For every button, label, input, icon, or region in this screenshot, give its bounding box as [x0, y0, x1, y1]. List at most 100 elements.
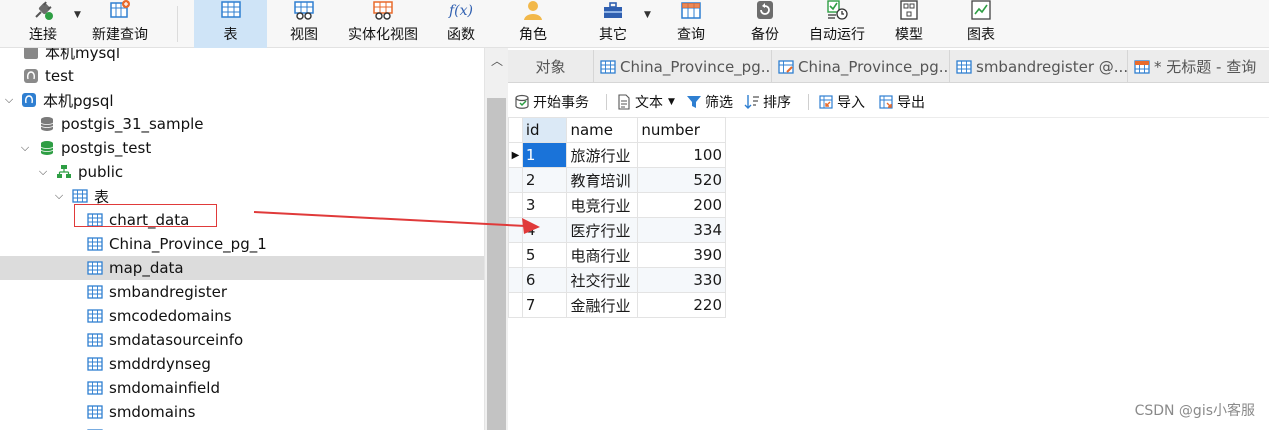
column-header-number[interactable]: number [637, 117, 726, 143]
table-icon [71, 187, 89, 205]
filter-button[interactable]: 筛选 [686, 92, 733, 112]
scroll-up-icon[interactable]: ︿ [485, 52, 509, 69]
cell-id[interactable]: 3 [521, 192, 568, 218]
table-row[interactable]: 4 医疗行业 334 [508, 217, 726, 243]
connect-button[interactable]: 连接 [14, 0, 72, 48]
cell-number[interactable]: 220 [637, 292, 726, 318]
tree-item-test[interactable]: test [0, 64, 484, 88]
query-button[interactable]: 查询 [662, 0, 720, 48]
view-button[interactable]: 视图 [272, 0, 336, 48]
tree-item-schema[interactable]: ⌵ public [0, 160, 484, 184]
table-row[interactable]: 3 电竞行业 200 [508, 192, 726, 218]
tree-item-table[interactable]: smcodedomains [0, 304, 484, 328]
tab-untitled-query[interactable]: * 无标题 - 查询 [1128, 50, 1269, 83]
row-selector[interactable] [508, 217, 523, 243]
cell-name[interactable]: 电商行业 [566, 242, 639, 268]
tree-item-mysql-connection[interactable]: 本机mysql [0, 48, 484, 64]
tree-item-table[interactable]: smdatasourceinfo [0, 328, 484, 352]
table-row[interactable]: ▶ 1 旅游行业 100 [508, 142, 726, 168]
query-icon [1134, 59, 1150, 74]
begin-transaction-button[interactable]: 开始事务 [514, 92, 589, 112]
cell-id[interactable]: 1 [521, 142, 568, 168]
table-row[interactable]: 2 教育培训 520 [508, 167, 726, 193]
model-button[interactable]: 模型 [880, 0, 938, 48]
cell-number[interactable]: 520 [637, 167, 726, 193]
table-row[interactable]: 7 金融行业 220 [508, 292, 726, 318]
column-header-name[interactable]: name [566, 117, 639, 143]
tab-table-1[interactable]: China_Province_pg... [594, 50, 772, 83]
tree-item-table-selected[interactable]: map_data [0, 256, 484, 280]
text-view-button[interactable]: 文本 ▼ [616, 92, 675, 112]
automation-button[interactable]: 自动运行 [804, 0, 870, 48]
table-button[interactable]: 表 [194, 0, 267, 48]
tree-item-table-partial[interactable] [0, 424, 484, 430]
tree-item-table[interactable]: China_Province_pg_1 [0, 232, 484, 256]
cell-id[interactable]: 2 [521, 167, 568, 193]
tree-item-label: China_Province_pg_1 [109, 235, 267, 253]
cell-number[interactable]: 390 [637, 242, 726, 268]
materialized-view-button[interactable]: 实体化视图 [340, 0, 426, 48]
row-selector[interactable] [508, 267, 523, 293]
cell-id[interactable]: 6 [521, 267, 568, 293]
data-toolbar: 开始事务 文本 ▼ 筛选 排序 导入 导出 [508, 84, 1269, 118]
tab-table-3[interactable]: smbandregister @... [950, 50, 1128, 83]
other-button[interactable]: 其它 [584, 0, 642, 48]
new-query-button[interactable]: 新建查询 [88, 0, 152, 48]
export-button[interactable]: 导出 [878, 92, 925, 112]
tree-item-local-pgsql[interactable]: ⌵ 本机pgsql [0, 88, 484, 112]
role-button[interactable]: 角色 [504, 0, 562, 48]
chevron-down-icon[interactable]: ⌵ [18, 141, 32, 155]
table-row[interactable]: 5 电商行业 390 [508, 242, 726, 268]
table-row[interactable]: 6 社交行业 330 [508, 267, 726, 293]
chevron-down-icon[interactable]: ⌵ [52, 189, 66, 203]
backup-label: 备份 [751, 27, 779, 43]
model-label: 模型 [895, 27, 923, 43]
cell-number[interactable]: 330 [637, 267, 726, 293]
tree-item-table-chart-data[interactable]: chart_data [0, 208, 484, 232]
table-icon [86, 283, 104, 301]
chevron-down-icon[interactable]: ⌵ [36, 165, 50, 179]
tree-scrollbar[interactable]: ︿ [484, 48, 508, 430]
chevron-down-icon[interactable]: ⌵ [2, 93, 16, 107]
tree-item-label: smdomains [109, 403, 196, 421]
tab-objects[interactable]: 对象 [508, 50, 594, 83]
cell-number[interactable]: 200 [637, 192, 726, 218]
tree-item-table[interactable]: smbandregister [0, 280, 484, 304]
row-selector[interactable] [508, 292, 523, 318]
scrollbar-thumb[interactable] [487, 98, 506, 430]
cell-id[interactable]: 7 [521, 292, 568, 318]
tree-item-label: 本机pgsql [43, 91, 114, 110]
cell-id[interactable]: 5 [521, 242, 568, 268]
row-selector[interactable] [508, 242, 523, 268]
function-button[interactable]: f(x) 函数 [432, 0, 490, 48]
table-icon [220, 0, 242, 21]
tree-item-table[interactable]: smdomains [0, 400, 484, 424]
cell-id[interactable]: 4 [521, 217, 568, 243]
sort-button[interactable]: 排序 [744, 92, 791, 112]
import-button[interactable]: 导入 [818, 92, 865, 112]
cell-number[interactable]: 100 [637, 142, 726, 168]
cell-name[interactable]: 社交行业 [566, 267, 639, 293]
table-icon [86, 355, 104, 373]
connect-dropdown-icon[interactable]: ▼ [74, 10, 81, 20]
tree-item-table[interactable]: smdomainfield [0, 376, 484, 400]
chart-button[interactable]: 图表 [952, 0, 1010, 48]
column-header-id[interactable]: id [521, 117, 568, 143]
tree-item-database[interactable]: postgis_31_sample [0, 112, 484, 136]
row-selector-header[interactable] [508, 117, 523, 143]
tree-item-table[interactable]: smddrdynseg [0, 352, 484, 376]
cell-number[interactable]: 334 [637, 217, 726, 243]
tree-item-tables-folder[interactable]: ⌵ 表 [0, 184, 484, 208]
row-selector[interactable] [508, 167, 523, 193]
chevron-down-icon[interactable]: ▼ [668, 97, 675, 107]
row-selector[interactable] [508, 192, 523, 218]
cell-name[interactable]: 旅游行业 [566, 142, 639, 168]
other-dropdown-icon[interactable]: ▼ [644, 10, 651, 20]
tree-item-database[interactable]: ⌵ postgis_test [0, 136, 484, 160]
backup-button[interactable]: 备份 [736, 0, 794, 48]
cell-name[interactable]: 电竞行业 [566, 192, 639, 218]
tab-table-2[interactable]: China_Province_pg... [772, 50, 950, 83]
cell-name[interactable]: 金融行业 [566, 292, 639, 318]
cell-name[interactable]: 教育培训 [566, 167, 639, 193]
cell-name[interactable]: 医疗行业 [566, 217, 639, 243]
